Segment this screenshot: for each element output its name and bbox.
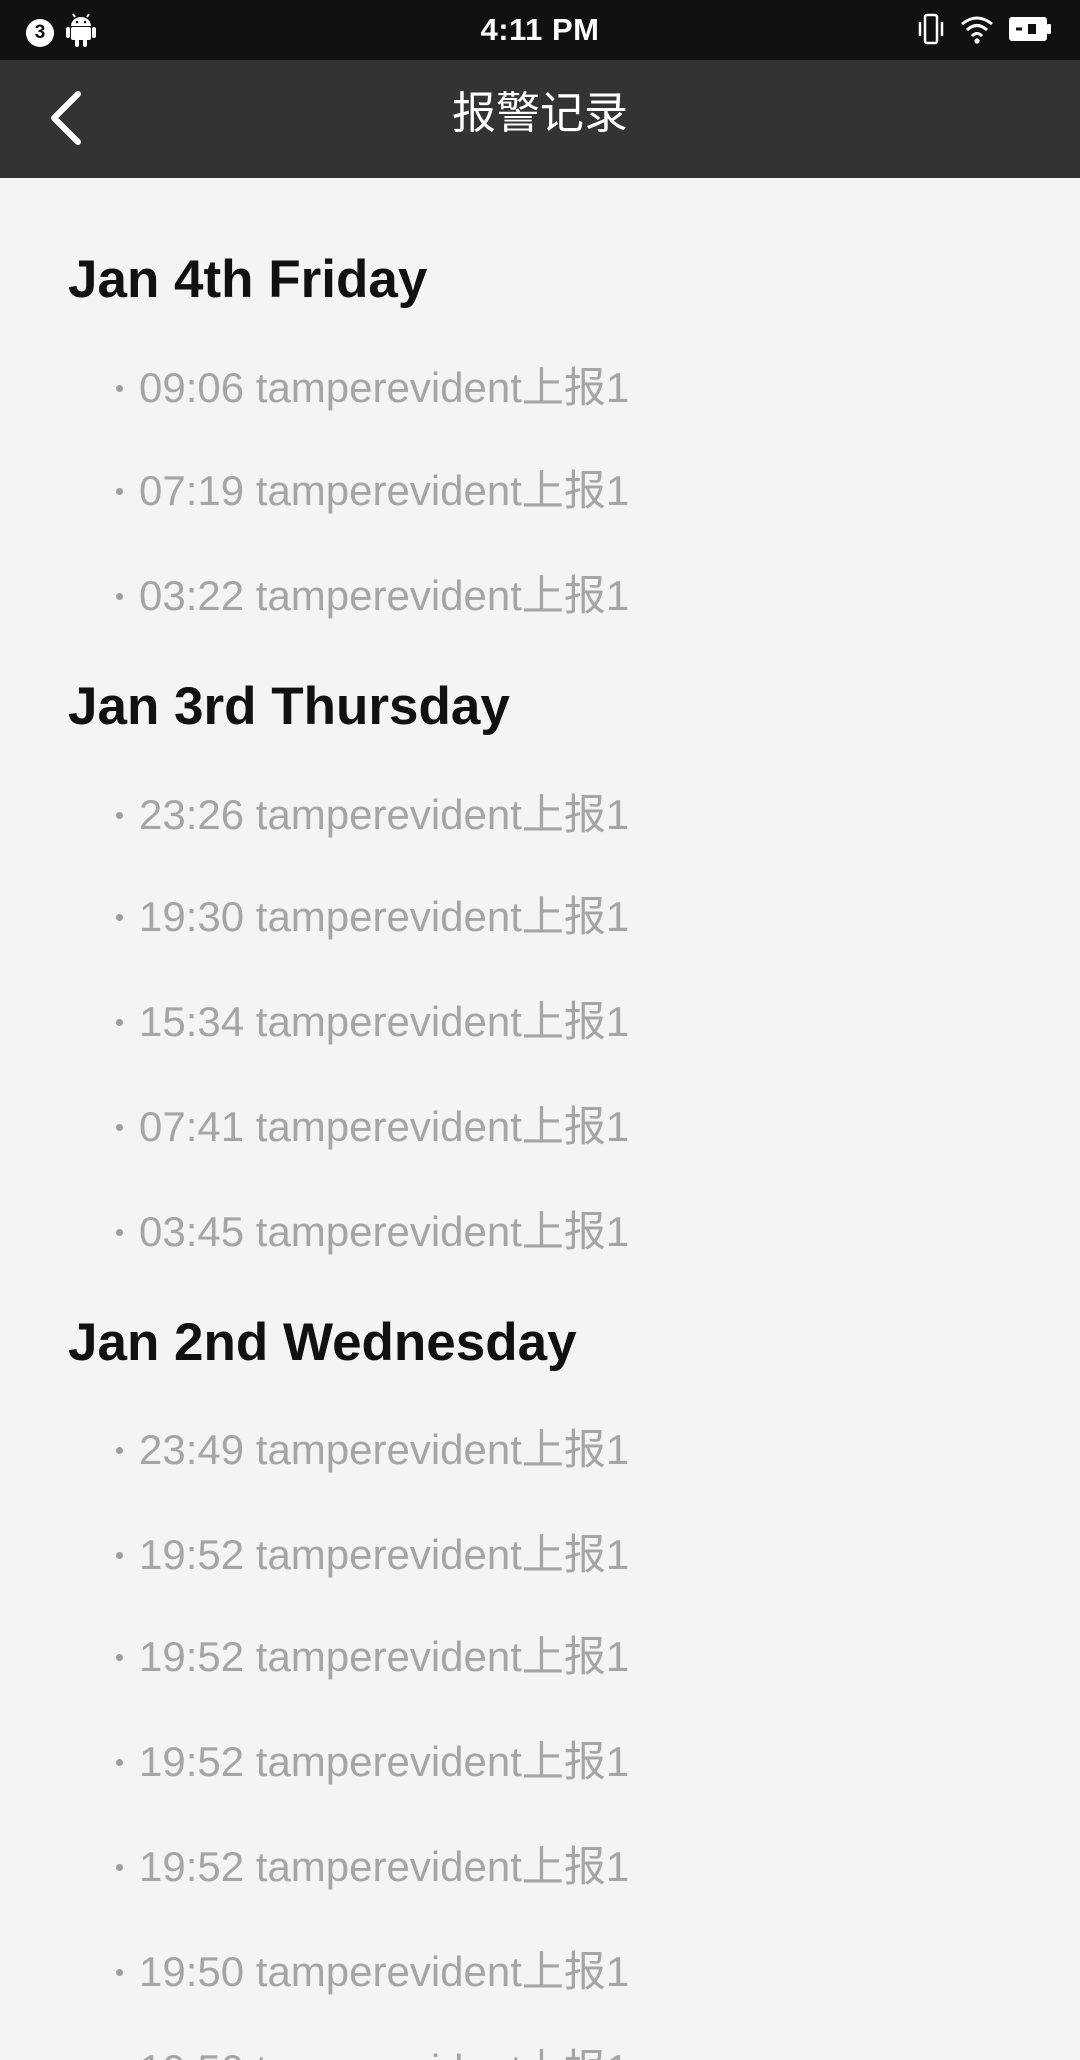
bullet-icon — [116, 592, 123, 600]
bullet-icon — [116, 811, 123, 819]
alarm-record-list[interactable]: Jan 4th Friday 09:06 tamperevident上报1 07… — [0, 178, 1080, 2060]
list-item[interactable]: 19:50 tamperevident上报1 — [116, 1944, 629, 2000]
record-text: 23:26 tamperevident上报1 — [139, 791, 630, 838]
record-text: 19:52 tamperevident上报1 — [139, 1531, 630, 1578]
list-item[interactable]: 07:19 tamperevident上报1 — [116, 463, 629, 519]
app-bar: 报警记录 — [0, 60, 1080, 178]
record-text: 19:50 tamperevident上报1 — [139, 1948, 630, 1995]
date-heading: Jan 2nd Wednesday — [68, 1313, 577, 1372]
bullet-icon — [116, 913, 123, 921]
record-text: 07:41 tamperevident上报1 — [139, 1103, 630, 1150]
battery-charging-icon — [1008, 15, 1052, 48]
bullet-icon — [116, 487, 123, 495]
record-text: 19:52 tamperevident上报1 — [139, 1843, 630, 1890]
record-text: 19:52 tamperevident上报1 — [139, 1633, 630, 1680]
bullet-icon — [116, 1551, 123, 1559]
record-text: 03:45 tamperevident上报1 — [139, 1208, 630, 1255]
vibrate-icon — [916, 12, 946, 51]
bullet-icon — [116, 1653, 123, 1661]
list-item[interactable]: 03:45 tamperevident上报1 — [116, 1204, 629, 1260]
bullet-icon — [116, 1018, 123, 1026]
record-text: 09:06 tamperevident上报1 — [139, 364, 630, 411]
record-text: 07:19 tamperevident上报1 — [139, 467, 630, 514]
record-text: 23:49 tamperevident上报1 — [139, 1426, 630, 1473]
bullet-icon — [116, 1758, 123, 1766]
record-text: 03:22 tamperevident上报1 — [139, 572, 630, 619]
bullet-icon — [116, 1123, 123, 1131]
record-text: 19:30 tamperevident上报1 — [139, 893, 630, 940]
status-right — [916, 12, 1052, 51]
record-text: 19:52 tamperevident上报1 — [139, 1738, 630, 1785]
list-item[interactable]: 09:06 tamperevident上报1 — [116, 360, 629, 416]
bullet-icon — [116, 1863, 123, 1871]
list-item[interactable]: 03:22 tamperevident上报1 — [116, 568, 629, 624]
bullet-icon — [116, 384, 123, 392]
list-item[interactable]: 19:52 tamperevident上报1 — [116, 1839, 629, 1895]
date-heading: Jan 4th Friday — [68, 250, 428, 309]
list-item[interactable]: 19:50 tamperevident上报1 — [116, 2042, 629, 2060]
list-item[interactable]: 23:26 tamperevident上报1 — [116, 787, 629, 843]
bullet-icon — [116, 1228, 123, 1236]
record-text: 15:34 tamperevident上报1 — [139, 998, 630, 1045]
list-item[interactable]: 07:41 tamperevident上报1 — [116, 1099, 629, 1155]
list-item[interactable]: 19:52 tamperevident上报1 — [116, 1734, 629, 1790]
date-heading: Jan 3rd Thursday — [68, 677, 510, 736]
record-text: 19:50 tamperevident上报1 — [139, 2042, 629, 2060]
wifi-icon — [960, 14, 994, 49]
bullet-icon — [116, 1446, 123, 1454]
list-item[interactable]: 19:30 tamperevident上报1 — [116, 889, 629, 945]
status-bar: 3 4:11 PM — [0, 0, 1080, 60]
list-item[interactable]: 19:52 tamperevident上报1 — [116, 1629, 629, 1685]
list-item[interactable]: 19:52 tamperevident上报1 — [116, 1527, 629, 1583]
list-item[interactable]: 23:49 tamperevident上报1 — [116, 1422, 629, 1478]
list-item[interactable]: 15:34 tamperevident上报1 — [116, 994, 629, 1050]
bullet-icon — [116, 1968, 123, 1976]
page-title: 报警记录 — [452, 89, 628, 138]
